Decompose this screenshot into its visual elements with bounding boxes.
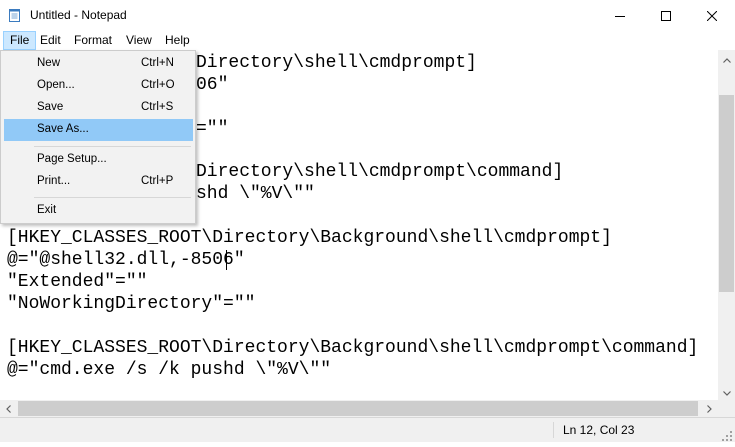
status-bar: Ln 12, Col 23 xyxy=(0,417,735,442)
close-button[interactable] xyxy=(689,0,735,31)
scroll-left-button[interactable] xyxy=(0,400,17,417)
scrollbar-corner xyxy=(718,400,735,417)
title-bar[interactable]: Untitled - Notepad xyxy=(0,0,735,31)
window-title: Untitled - Notepad xyxy=(30,8,127,22)
menu-item-page-setup[interactable]: Page Setup... xyxy=(4,149,193,171)
scroll-right-button[interactable] xyxy=(701,400,718,417)
menu-item-label: Save As... xyxy=(37,123,89,135)
menu-item-print[interactable]: Print... Ctrl+P xyxy=(4,171,193,193)
minimize-icon xyxy=(615,11,625,21)
menu-item-shortcut: Ctrl+O xyxy=(141,79,175,91)
menu-item-label: Print... xyxy=(37,175,71,187)
editor-line: [HKEY_CLASSES_ROOT\Directory\Background\… xyxy=(7,338,699,358)
editor-line: Directory\shell\cmdprompt\command] xyxy=(196,162,564,182)
menu-item-new[interactable]: New Ctrl+N xyxy=(4,53,193,75)
editor-line: @="cmd.exe /s /k pushd \"%V\"" xyxy=(7,360,332,380)
horizontal-scroll-thumb[interactable] xyxy=(18,401,698,416)
editor-line: 06" xyxy=(196,75,229,95)
menu-file[interactable]: File xyxy=(3,31,37,50)
close-icon xyxy=(707,10,717,21)
scroll-down-button[interactable] xyxy=(718,383,735,400)
menu-item-label: New xyxy=(37,57,61,69)
menu-help[interactable]: Help xyxy=(159,31,196,50)
text-caret xyxy=(226,250,227,270)
status-divider xyxy=(553,422,554,438)
maximize-icon xyxy=(661,10,671,21)
menu-separator xyxy=(34,146,191,147)
notepad-window: Untitled - Notepad File Edit Format View… xyxy=(0,0,735,442)
maximize-button[interactable] xyxy=(643,0,689,31)
editor-line: @="@shell32.dll,-8506" xyxy=(7,250,245,270)
minimize-button[interactable] xyxy=(597,0,643,31)
menu-item-label: Save xyxy=(37,101,64,113)
menu-item-label: Page Setup... xyxy=(37,153,107,165)
menu-item-save-as[interactable]: Save As... xyxy=(4,119,193,141)
chevron-left-icon xyxy=(6,400,11,418)
editor-line: [HKEY_CLASSES_ROOT\Directory\Background\… xyxy=(7,228,612,248)
menu-item-shortcut: Ctrl+P xyxy=(141,175,174,187)
scroll-up-button[interactable] xyxy=(718,50,735,67)
menu-item-label: Exit xyxy=(37,204,57,216)
menu-separator xyxy=(34,197,191,198)
menu-item-shortcut: Ctrl+N xyxy=(141,57,174,69)
editor-line: shd \"%V\"" xyxy=(196,184,315,204)
horizontal-scrollbar[interactable] xyxy=(0,400,718,417)
notepad-icon[interactable] xyxy=(8,8,22,22)
menu-item-shortcut: Ctrl+S xyxy=(141,101,174,113)
vertical-scroll-thumb[interactable] xyxy=(719,95,734,292)
editor-line: ="" xyxy=(196,119,229,139)
menu-item-label: Open... xyxy=(37,79,75,91)
editor-line: "Extended"="" xyxy=(7,272,148,292)
menu-view[interactable]: View xyxy=(120,31,158,50)
editor-line: "NoWorkingDirectory"="" xyxy=(7,294,256,314)
file-menu-dropdown: New Ctrl+N Open... Ctrl+O Save Ctrl+S Sa… xyxy=(0,50,196,224)
menu-item-open[interactable]: Open... Ctrl+O xyxy=(4,75,193,97)
vertical-scrollbar[interactable] xyxy=(718,50,735,400)
menu-bar: File Edit Format View Help xyxy=(0,31,735,50)
menu-edit[interactable]: Edit xyxy=(34,31,67,50)
editor-line: Directory\shell\cmdprompt] xyxy=(196,53,477,73)
resize-grip-icon[interactable] xyxy=(722,429,733,441)
chevron-up-icon xyxy=(722,50,731,68)
chevron-right-icon xyxy=(707,400,712,418)
menu-item-exit[interactable]: Exit xyxy=(4,200,193,222)
menu-item-save[interactable]: Save Ctrl+S xyxy=(4,97,193,119)
chevron-down-icon xyxy=(722,383,731,401)
menu-format[interactable]: Format xyxy=(68,31,118,50)
cursor-position: Ln 12, Col 23 xyxy=(563,423,635,437)
